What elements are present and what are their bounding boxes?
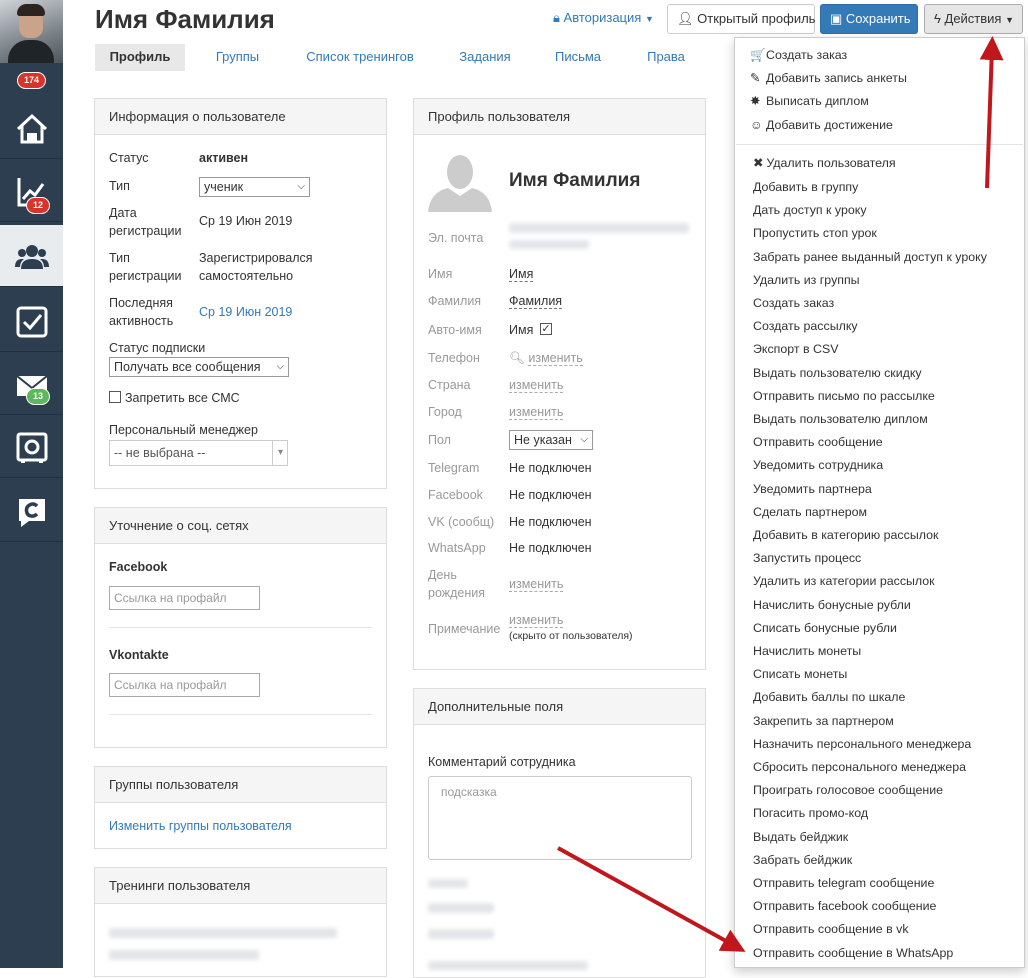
arrow-to-actions-button xyxy=(979,36,1004,189)
arrow-to-whatsapp-item xyxy=(557,846,746,952)
annotation-arrows xyxy=(557,36,1004,952)
